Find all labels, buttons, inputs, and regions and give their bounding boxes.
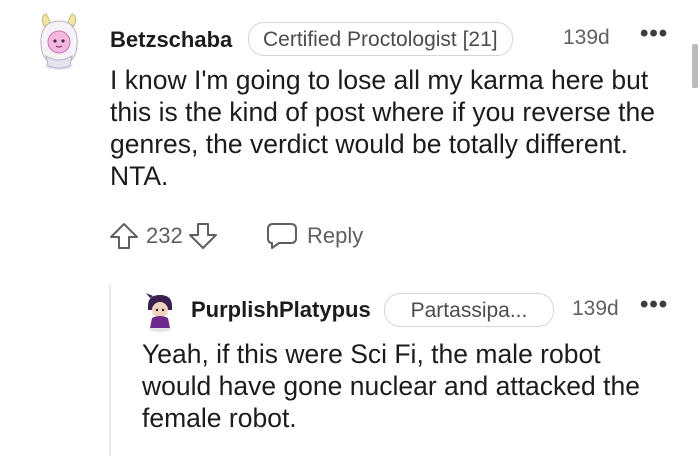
reply-avatar[interactable] xyxy=(142,292,178,332)
comment-username[interactable]: Betzschaba xyxy=(110,27,232,53)
reply-body: Yeah, if this were Sci Fi, the male robo… xyxy=(142,338,682,434)
comment-age: 139d xyxy=(563,26,610,49)
comment-bubble-icon xyxy=(267,223,297,249)
downvote-button[interactable] xyxy=(187,220,219,252)
reply-age: 139d xyxy=(572,297,619,320)
avatar-icon xyxy=(40,13,78,70)
ellipsis-icon: ••• xyxy=(640,20,669,47)
comment-body-line: I know I'm going to lose all my karma he… xyxy=(110,65,649,95)
reply-body-line: female robot. xyxy=(142,403,297,433)
vote-score: 232 xyxy=(146,223,183,248)
reply-body-line: would have gone nuclear and attacked the xyxy=(142,371,640,401)
thread-line[interactable] xyxy=(109,285,111,456)
downvote-arrow-icon xyxy=(188,223,217,249)
vote-bar: 232 xyxy=(108,220,219,252)
ellipsis-icon: ••• xyxy=(640,291,669,318)
reply-more-button[interactable]: ••• xyxy=(640,293,668,317)
reply-body-line: Yeah, if this were Sci Fi, the male robo… xyxy=(142,339,601,369)
comment-avatar[interactable] xyxy=(36,12,82,72)
comment-user-flair: Certified Proctologist [21] xyxy=(248,22,513,56)
comment-body-line: this is the kind of post where if you re… xyxy=(110,97,655,127)
upvote-button[interactable] xyxy=(108,220,140,252)
comment-body: I know I'm going to lose all my karma he… xyxy=(110,64,690,192)
avatar-icon xyxy=(146,293,172,332)
scrollbar-thumb[interactable] xyxy=(692,44,698,88)
reply-button[interactable]: Reply xyxy=(265,221,363,251)
comment-more-button[interactable]: ••• xyxy=(640,22,668,46)
upvote-arrow-icon xyxy=(110,223,138,249)
reply-user-flair: Partassipa... xyxy=(384,293,554,327)
comment-body-line: genres, the verdict would be totally dif… xyxy=(110,129,629,159)
comment-body-line: NTA. xyxy=(110,161,169,191)
reply-label: Reply xyxy=(307,223,364,248)
reply-username[interactable]: PurplishPlatypus xyxy=(191,297,371,323)
